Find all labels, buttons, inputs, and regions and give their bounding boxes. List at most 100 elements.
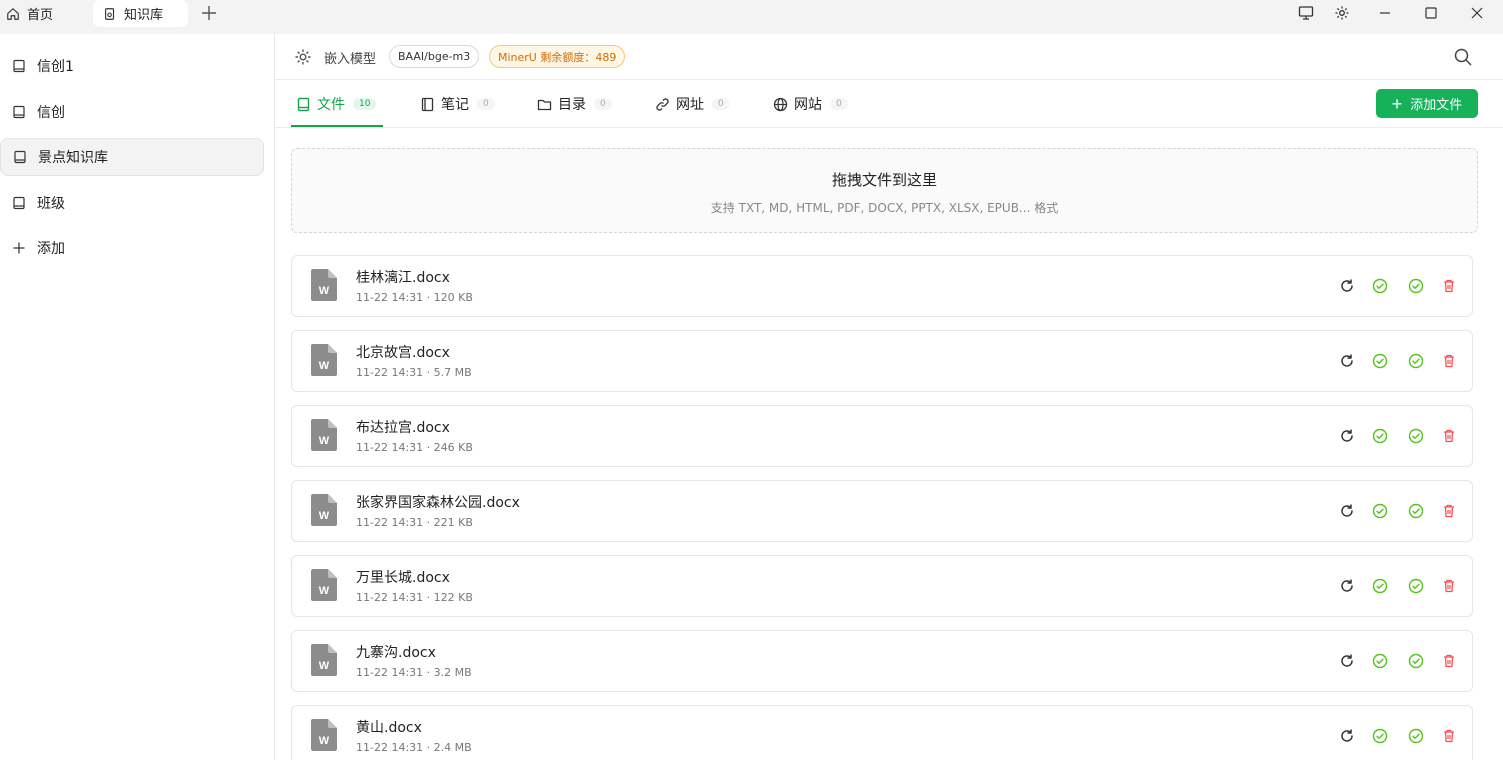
delete-icon[interactable]	[1440, 577, 1458, 595]
svg-text:W: W	[319, 660, 330, 672]
delete-icon[interactable]	[1440, 502, 1458, 520]
embedding-model-label: 嵌入模型	[324, 52, 377, 67]
file-meta: 11-22 14:31 · 120 KB	[356, 291, 473, 304]
tab-home-label: 首页	[27, 8, 54, 23]
check-circle-icon[interactable]	[1371, 352, 1389, 370]
sidebar: 信创1 信创 景点知识库 班级 添加	[0, 34, 275, 760]
globe-icon	[773, 97, 788, 111]
reprocess-icon[interactable]	[1338, 502, 1356, 520]
check-circle-icon[interactable]	[1407, 577, 1425, 595]
file-card[interactable]: W 万里长城.docx 11-22 14:31 · 122 KB	[291, 555, 1473, 617]
book-icon	[14, 150, 26, 164]
file-meta: 11-22 14:31 · 5.7 MB	[356, 366, 472, 379]
file-name: 布达拉宫.docx	[356, 420, 450, 436]
reprocess-icon[interactable]	[1338, 352, 1356, 370]
check-circle-icon[interactable]	[1371, 502, 1389, 520]
word-doc-icon: W	[311, 269, 337, 301]
sidebar-item-label: 班级	[37, 196, 65, 212]
sidebar-item-scenic-kb[interactable]: 景点知识库	[0, 138, 264, 176]
reprocess-icon[interactable]	[1338, 577, 1356, 595]
file-name: 万里长城.docx	[356, 570, 450, 586]
file-meta: 11-22 14:31 · 246 KB	[356, 441, 473, 454]
mineru-quota-badge: MinerU 剩余额度：489	[489, 45, 626, 68]
file-card[interactable]: W 九寨沟.docx 11-22 14:31 · 3.2 MB	[291, 630, 1473, 692]
tab-directory-label: 目录	[558, 97, 586, 113]
tab-notes-label: 笔记	[441, 97, 469, 113]
delete-icon[interactable]	[1440, 427, 1458, 445]
file-card[interactable]: W 北京故宫.docx 11-22 14:31 · 5.7 MB	[291, 330, 1473, 392]
check-circle-icon[interactable]	[1371, 277, 1389, 295]
delete-icon[interactable]	[1440, 352, 1458, 370]
reprocess-icon[interactable]	[1338, 427, 1356, 445]
check-circle-icon[interactable]	[1407, 277, 1425, 295]
plus-icon	[13, 242, 25, 254]
sidebar-item-class[interactable]: 班级	[0, 184, 264, 222]
dropzone-title: 拖拽文件到这里	[831, 171, 937, 189]
tab-notes[interactable]: 笔记 0	[420, 80, 495, 128]
file-name: 桂林漓江.docx	[356, 270, 450, 286]
check-circle-icon[interactable]	[1407, 652, 1425, 670]
check-circle-icon[interactable]	[1371, 727, 1389, 745]
word-doc-icon: W	[311, 419, 337, 451]
word-doc-icon: W	[311, 569, 337, 601]
file-card[interactable]: W 桂林漓江.docx 11-22 14:31 · 120 KB	[291, 255, 1473, 317]
svg-text:W: W	[319, 435, 330, 447]
tab-website[interactable]: 网站 0	[773, 80, 848, 128]
file-name: 北京故宫.docx	[356, 345, 450, 361]
minimize-icon[interactable]	[1375, 3, 1395, 23]
dropzone-subtitle: 支持 TXT, MD, HTML, PDF, DOCX, PPTX, XLSX,…	[710, 201, 1059, 215]
svg-text:W: W	[319, 360, 330, 372]
embedding-model-badge[interactable]: BAAI/bge-m3	[389, 45, 480, 68]
check-circle-icon[interactable]	[1407, 502, 1425, 520]
title-bar: 首页 知识库	[0, 0, 1503, 34]
file-card[interactable]: W 布达拉宫.docx 11-22 14:31 · 246 KB	[291, 405, 1473, 467]
notebook-icon	[421, 97, 434, 111]
add-file-button[interactable]: + 添加文件	[1376, 89, 1478, 118]
gear-icon[interactable]	[1332, 3, 1352, 23]
reprocess-icon[interactable]	[1338, 727, 1356, 745]
tab-knowledge-base[interactable]: 知识库	[93, 0, 188, 27]
close-icon[interactable]	[1467, 3, 1487, 23]
file-dropzone[interactable]: 拖拽文件到这里 支持 TXT, MD, HTML, PDF, DOCX, PPT…	[291, 148, 1478, 233]
maximize-icon[interactable]	[1421, 3, 1441, 23]
plus-icon: +	[1391, 93, 1403, 114]
sidebar-item-xinchuang[interactable]: 信创	[0, 93, 264, 131]
file-card[interactable]: W 张家界国家森林公园.docx 11-22 14:31 · 221 KB	[291, 480, 1473, 542]
delete-icon[interactable]	[1440, 652, 1458, 670]
settings-gear-icon[interactable]	[293, 47, 313, 67]
file-meta: 11-22 14:31 · 122 KB	[356, 591, 473, 604]
new-tab-icon[interactable]	[199, 3, 219, 23]
sidebar-item-xinchuang1[interactable]: 信创1	[0, 47, 264, 85]
delete-icon[interactable]	[1440, 277, 1458, 295]
svg-text:W: W	[319, 285, 330, 297]
tab-files[interactable]: 文件 10	[296, 80, 377, 128]
tab-url-label: 网址	[676, 97, 704, 113]
book-icon	[13, 59, 25, 73]
file-icon	[297, 97, 310, 111]
kb-header: 嵌入模型 BAAI/bge-m3 MinerU 剩余额度：489	[275, 34, 1503, 80]
book-icon	[13, 105, 25, 119]
check-circle-icon[interactable]	[1407, 727, 1425, 745]
tab-url-count: 0	[712, 98, 730, 110]
tab-directory[interactable]: 目录 0	[537, 80, 612, 128]
tab-home[interactable]: 首页	[6, 0, 53, 27]
tab-files-label: 文件	[317, 97, 345, 113]
sidebar-add-button[interactable]: 添加	[0, 229, 264, 267]
file-name: 黄山.docx	[356, 720, 422, 736]
tab-url[interactable]: 网址 0	[655, 80, 730, 128]
monitor-icon[interactable]	[1296, 3, 1316, 23]
reprocess-icon[interactable]	[1338, 652, 1356, 670]
delete-icon[interactable]	[1440, 727, 1458, 745]
search-icon[interactable]	[1453, 47, 1473, 67]
reprocess-icon[interactable]	[1338, 277, 1356, 295]
svg-text:W: W	[319, 510, 330, 522]
check-circle-icon[interactable]	[1371, 652, 1389, 670]
check-circle-icon[interactable]	[1371, 577, 1389, 595]
check-circle-icon[interactable]	[1407, 352, 1425, 370]
file-meta: 11-22 14:31 · 3.2 MB	[356, 666, 472, 679]
check-circle-icon[interactable]	[1371, 427, 1389, 445]
file-card[interactable]: W 黄山.docx 11-22 14:31 · 2.4 MB	[291, 705, 1473, 760]
book-icon	[13, 196, 25, 210]
word-doc-icon: W	[311, 494, 337, 526]
check-circle-icon[interactable]	[1407, 427, 1425, 445]
